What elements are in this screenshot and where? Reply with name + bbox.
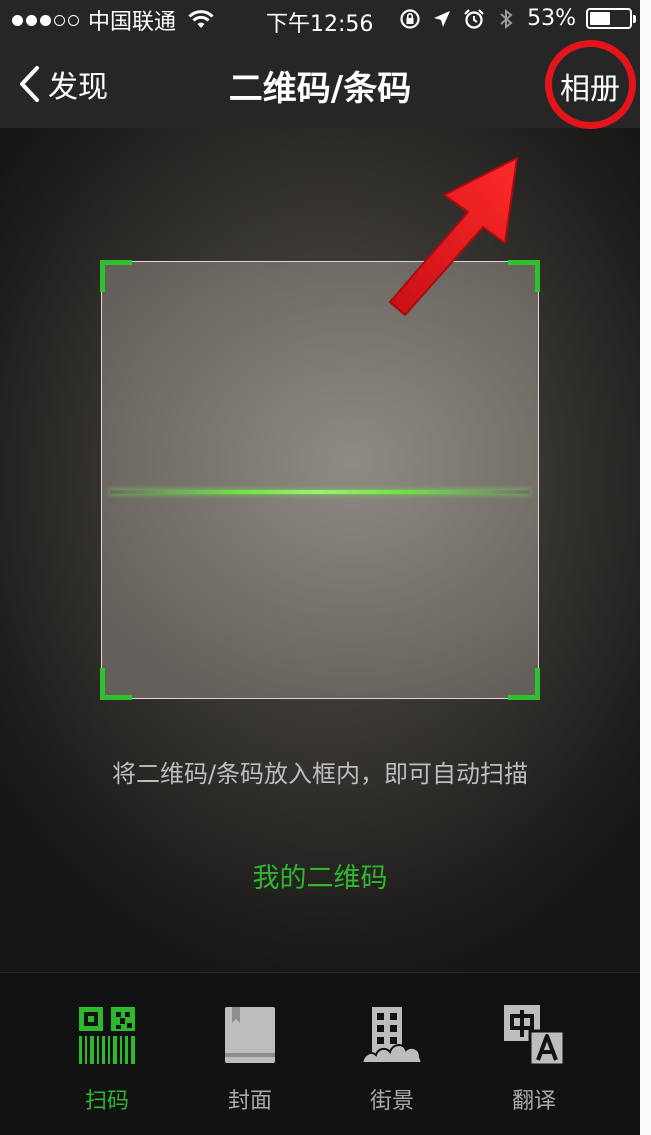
scan-line bbox=[110, 490, 530, 494]
navigation-bar: 发现 二维码/条码 相册 bbox=[0, 40, 640, 128]
scanner-screen: 中国联通 下午12:56 53% 发现 二维码/条码 相册 将二维码/条码放入框… bbox=[0, 0, 640, 1135]
tab-cover[interactable]: 封面 bbox=[179, 973, 321, 1135]
book-cover-icon bbox=[225, 1007, 275, 1063]
scan-hint-text: 将二维码/条码放入框内，即可自动扫描 bbox=[111, 760, 529, 788]
tab-scan[interactable]: 扫码 bbox=[36, 973, 178, 1135]
carrier-name: 中国联通 bbox=[88, 10, 177, 35]
bluetooth-icon bbox=[500, 8, 513, 29]
annotation-circle bbox=[545, 40, 636, 129]
tab-scan-label: 扫码 bbox=[84, 1089, 129, 1114]
tab-street-view[interactable]: 街景 bbox=[321, 973, 463, 1135]
tab-cover-label: 封面 bbox=[227, 1089, 272, 1114]
status-bar: 中国联通 下午12:56 53% bbox=[0, 0, 640, 40]
scan-frame bbox=[100, 260, 540, 700]
location-arrow-icon bbox=[434, 10, 451, 27]
battery-icon bbox=[586, 8, 636, 29]
alarm-icon bbox=[464, 8, 484, 29]
tab-translate[interactable]: 翻译 bbox=[463, 973, 605, 1135]
translate-icon bbox=[504, 1005, 564, 1065]
signal-dots-icon bbox=[12, 14, 79, 26]
scan-corner-bottom-right bbox=[508, 668, 540, 700]
wifi-icon bbox=[188, 10, 214, 28]
my-qr-code-link[interactable]: 我的二维码 bbox=[0, 856, 640, 895]
status-time: 下午12:56 bbox=[266, 12, 374, 37]
annotation-arrow-icon bbox=[389, 157, 518, 316]
rotation-lock-icon bbox=[400, 8, 420, 29]
screenshot-edge bbox=[640, 0, 651, 1135]
qr-barcode-icon bbox=[79, 1007, 135, 1064]
street-view-icon bbox=[362, 1007, 422, 1064]
page-title: 二维码/条码 bbox=[228, 69, 412, 109]
bottom-tab-bar: 扫码 封面 街景 翻译 bbox=[0, 972, 640, 1135]
scan-corner-bottom-left bbox=[100, 668, 132, 700]
tab-street-view-label: 街景 bbox=[369, 1089, 414, 1114]
scan-corner-top-left bbox=[100, 260, 132, 292]
battery-percentage: 53% bbox=[527, 6, 576, 31]
tab-translate-label: 翻译 bbox=[511, 1089, 556, 1114]
